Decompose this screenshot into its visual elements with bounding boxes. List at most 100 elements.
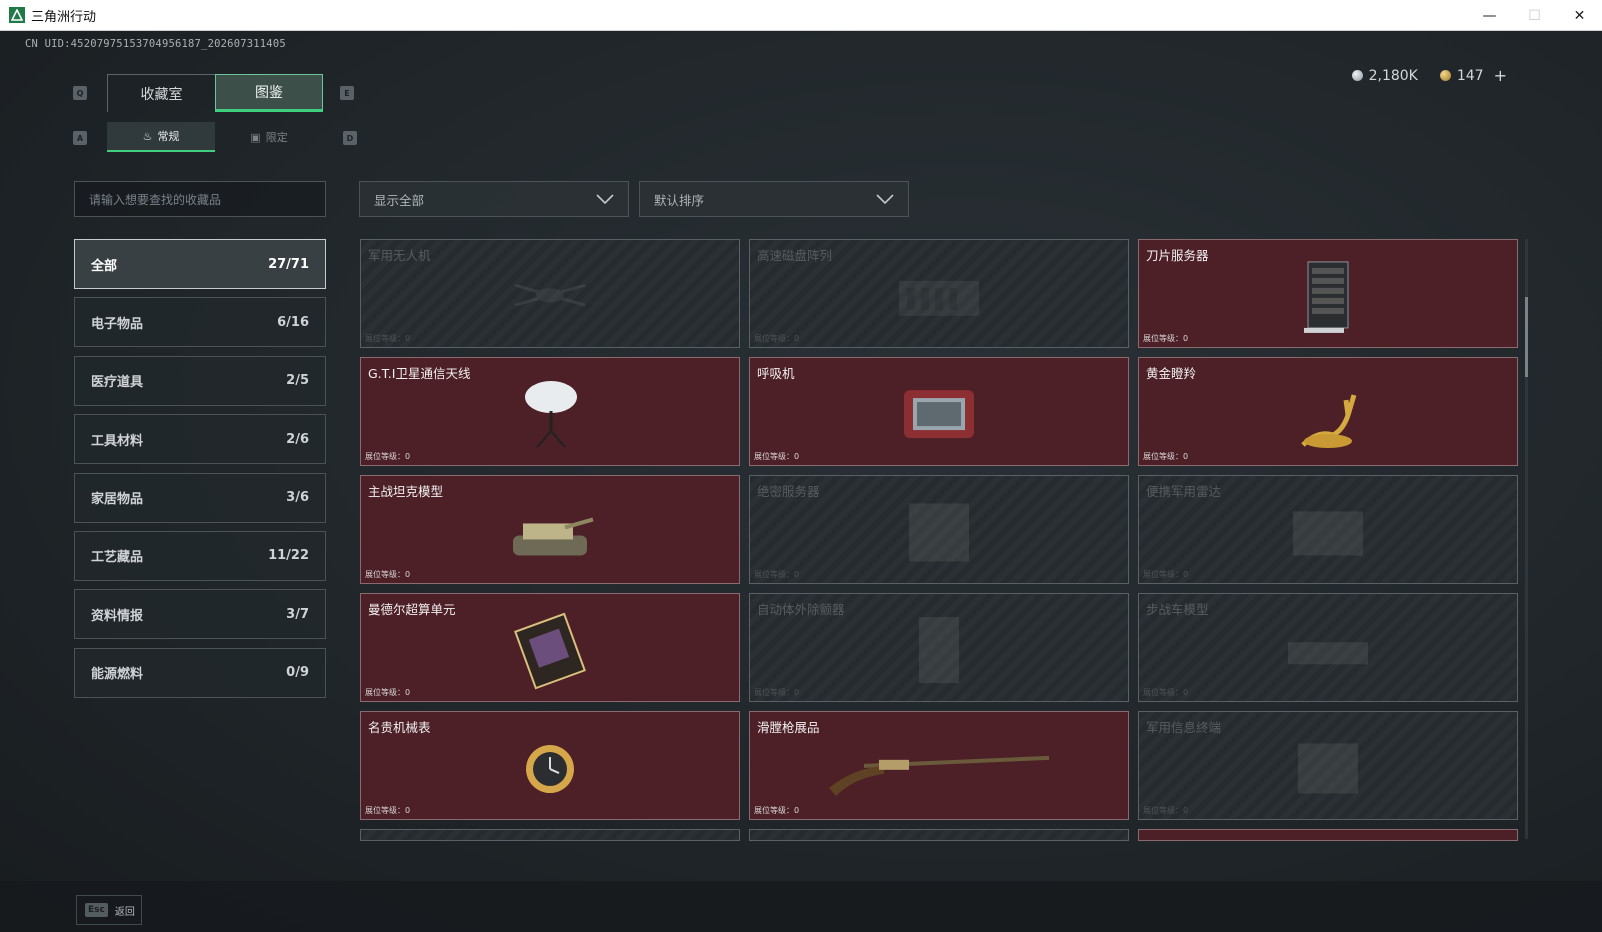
category-crafts[interactable]: 工艺藏品 11/22: [74, 530, 326, 581]
collection-card[interactable]: 呼吸机展位等级：0: [749, 357, 1129, 466]
category-all[interactable]: 全部 27/71: [74, 239, 326, 289]
category-tools[interactable]: 工具材料 2/6: [74, 414, 326, 465]
maximize-button[interactable]: ☐: [1512, 0, 1557, 31]
collection-card[interactable]: 军用无人机展位等级：0: [360, 239, 740, 348]
key-hint-e: E: [340, 86, 354, 100]
game-viewport: CN UID:4520797515370495​6187_20260731140…: [0, 31, 1602, 932]
item-name: 滑膛枪展品: [757, 720, 820, 735]
collection-card-partial[interactable]: [749, 829, 1129, 841]
display-level: 展位等级：0: [754, 333, 799, 344]
window-title: 三角洲行动: [31, 9, 97, 25]
ventilator-icon: [899, 382, 979, 450]
sort-dropdown[interactable]: 默认排序: [639, 181, 909, 217]
tab-limited[interactable]: ▣ 限定: [215, 122, 323, 152]
display-level: 展位等级：0: [1143, 333, 1188, 344]
display-level-label: 展位等级：: [1143, 688, 1183, 697]
collection-card[interactable]: 滑膛枪展品展位等级：0: [749, 711, 1129, 820]
minimize-button[interactable]: —: [1467, 0, 1512, 31]
collection-card[interactable]: 黄金瞪羚展位等级：0: [1138, 357, 1518, 466]
display-level: 展位等级：0: [365, 687, 410, 698]
collection-card[interactable]: 自动体外除颤器展位等级：0: [749, 593, 1129, 702]
collection-card[interactable]: 军用信息终端 展位等级：0: [1138, 711, 1518, 820]
collection-card-partial[interactable]: [360, 829, 740, 841]
display-level-label: 展位等级：: [365, 334, 405, 343]
filter-dropdown[interactable]: 显示全部: [359, 181, 629, 217]
display-level-value: 0: [1183, 688, 1189, 697]
item-name: 军用无人机: [368, 248, 431, 263]
category-intel[interactable]: 资料情报 3/7: [74, 589, 326, 640]
chevron-down-icon: [596, 194, 614, 204]
display-level: 展位等级：0: [754, 805, 799, 816]
display-level-label: 展位等级：: [1143, 570, 1183, 579]
display-level-value: 0: [794, 570, 800, 579]
category-energy[interactable]: 能源燃料 0/9: [74, 647, 326, 698]
display-level-value: 0: [794, 806, 800, 815]
back-label: 返回: [114, 906, 135, 918]
display-level: 展位等级：0: [365, 805, 410, 816]
collection-card[interactable]: 曼德尔超算单元展位等级：0: [360, 593, 740, 702]
close-button[interactable]: ✕: [1557, 0, 1602, 31]
player-uid: CN UID:4520797515370495​6187_20260731140…: [25, 38, 286, 50]
display-level-value: 0: [794, 688, 800, 697]
display-level-label: 展位等级：: [754, 452, 794, 461]
ifv-model-icon: [1278, 624, 1378, 678]
category-medical[interactable]: 医疗道具 2/5: [74, 355, 326, 406]
item-name: 呼吸机: [757, 366, 795, 381]
watch-icon: [515, 729, 585, 813]
category-household[interactable]: 家居物品 3/6: [74, 472, 326, 523]
collection-card[interactable]: 绝密服务器展位等级：0: [749, 475, 1129, 584]
bottom-bar: [0, 881, 1602, 932]
grid-scrollbar[interactable]: [1525, 239, 1528, 839]
collection-card[interactable]: 便携军用雷达展位等级：0: [1138, 475, 1518, 584]
key-hint-a: A: [73, 131, 87, 145]
collection-card[interactable]: 刀片服务器 展位等级：0: [1138, 239, 1518, 348]
collection-card[interactable]: 主战坦克模型 展位等级：0: [360, 475, 740, 584]
item-name: 便携军用雷达: [1146, 484, 1222, 499]
gold-gazelle-icon: [1288, 375, 1368, 459]
display-level-value: 0: [405, 806, 411, 815]
esc-key-hint: Esc: [85, 903, 108, 917]
key-hint-q: Q: [73, 86, 87, 100]
collection-card[interactable]: 高速磁盘阵列 展位等级：0: [749, 239, 1129, 348]
display-level-value: 0: [405, 688, 411, 697]
tab-codex[interactable]: 图鉴: [215, 74, 323, 112]
category-electronics[interactable]: 电子物品 6/16: [74, 297, 326, 348]
collection-card[interactable]: 名贵机械表展位等级：0: [360, 711, 740, 820]
display-level: 展位等级：0: [1143, 451, 1188, 462]
display-level-value: 0: [794, 452, 800, 461]
back-button[interactable]: Esc 返回: [76, 895, 142, 925]
item-name: 黄金瞪羚: [1146, 366, 1197, 381]
display-level: 展位等级：0: [754, 687, 799, 698]
display-level: 展位等级：0: [754, 451, 799, 462]
silver-currency: 2,180K: [1351, 68, 1418, 84]
server-icon: [899, 497, 979, 571]
item-name: 绝密服务器: [757, 484, 820, 499]
gold-coin-icon: [1439, 70, 1451, 81]
tank-model-icon: [505, 497, 595, 571]
display-level-label: 展位等级：: [754, 334, 794, 343]
item-name: 名贵机械表: [368, 720, 431, 735]
display-level-label: 展位等级：: [754, 806, 794, 815]
display-level-value: 0: [405, 570, 411, 579]
display-level-label: 展位等级：: [365, 688, 405, 697]
radar-icon: [1283, 497, 1373, 571]
tab-regular[interactable]: ♨ 常规: [107, 122, 215, 152]
main-tabs: 收藏室 图鉴: [107, 74, 323, 112]
collection-card-partial[interactable]: [1138, 829, 1518, 841]
tab-collection-room[interactable]: 收藏室: [107, 74, 215, 112]
blade-server-icon: [1298, 257, 1358, 339]
filter-label: 显示全部: [374, 192, 425, 208]
search-input[interactable]: 请输入想要查找的收藏品: [74, 181, 326, 217]
item-name: 自动体外除颤器: [757, 602, 845, 617]
display-level-value: 0: [405, 334, 411, 343]
display-level: 展位等级：0: [365, 451, 410, 462]
display-level-label: 展位等级：: [754, 570, 794, 579]
item-name: 曼德尔超算单元: [368, 602, 456, 617]
add-currency-button[interactable]: +: [1494, 66, 1507, 85]
collection-card[interactable]: 步战车模型 展位等级：0: [1138, 593, 1518, 702]
musket-icon: [824, 737, 1054, 801]
collection-card[interactable]: G.T.I卫星通信天线 展位等级：0: [360, 357, 740, 466]
display-level: 展位等级：0: [1143, 569, 1188, 580]
scrollbar-thumb[interactable]: [1525, 297, 1528, 377]
display-level: 展位等级：0: [365, 569, 410, 580]
